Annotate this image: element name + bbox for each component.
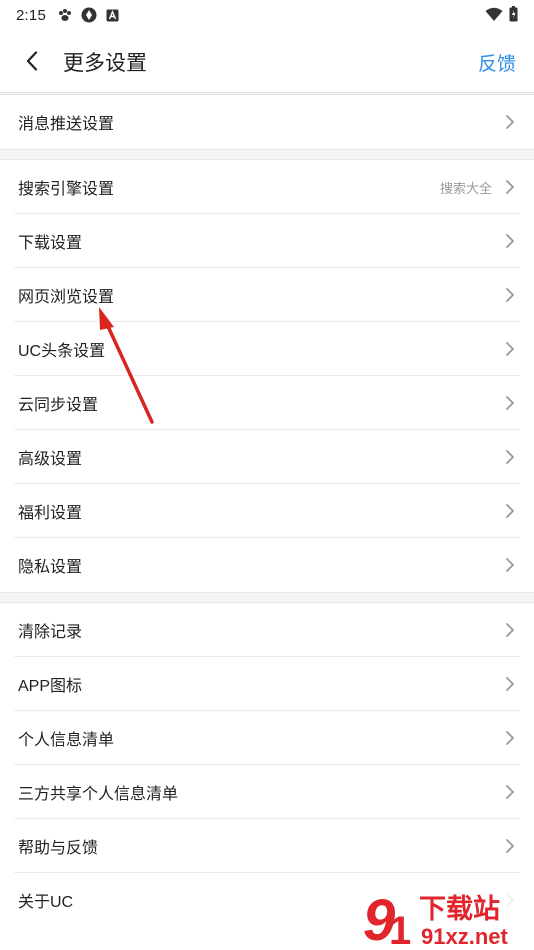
- settings-row[interactable]: UC头条设置: [0, 322, 534, 376]
- settings-row[interactable]: 高级设置: [0, 430, 534, 484]
- settings-section-3: 清除记录 APP图标 个人信息清单 三方共享个人信息清单 帮助与反馈 关于UC: [0, 603, 534, 927]
- settings-row[interactable]: 隐私设置: [0, 538, 534, 592]
- page-title: 更多设置: [63, 52, 147, 75]
- system-icons: [485, 6, 518, 22]
- chevron-right-icon: [506, 677, 515, 691]
- chevron-left-icon: [26, 51, 38, 71]
- chevron-right-icon: [506, 731, 515, 745]
- status-bar: 2:15: [0, 0, 534, 30]
- settings-row[interactable]: 个人信息清单: [0, 711, 534, 765]
- app-a-icon: [106, 9, 119, 21]
- shutter-icon: [81, 7, 97, 23]
- settings-row[interactable]: 消息推送设置: [0, 95, 534, 149]
- settings-row[interactable]: 帮助与反馈: [0, 819, 534, 873]
- settings-row[interactable]: APP图标: [0, 657, 534, 711]
- settings-row-label: 隐私设置: [18, 559, 83, 576]
- chevron-right-icon: [506, 623, 515, 637]
- settings-row-label: 关于UC: [18, 894, 74, 911]
- chevron-right-icon: [506, 234, 515, 248]
- settings-row-label: 个人信息清单: [18, 732, 115, 749]
- watermark-site-text: 91xz.net: [421, 924, 508, 949]
- chevron-right-icon: [506, 115, 515, 129]
- settings-row-label: 搜索引擎设置: [18, 181, 115, 198]
- settings-row[interactable]: 清除记录: [0, 603, 534, 657]
- settings-row-label: 福利设置: [18, 505, 83, 522]
- chevron-right-icon: [506, 785, 515, 799]
- settings-section-1: 消息推送设置: [0, 95, 534, 149]
- notification-icons: [58, 7, 119, 23]
- paw-icon: [59, 9, 71, 21]
- settings-row-value: 搜索大全: [439, 180, 492, 196]
- settings-row[interactable]: 三方共享个人信息清单: [0, 765, 534, 819]
- settings-row[interactable]: 网页浏览设置: [0, 268, 534, 322]
- settings-row-label: 三方共享个人信息清单: [18, 786, 179, 803]
- chevron-right-icon: [506, 504, 515, 518]
- section-divider: [0, 592, 534, 603]
- battery-icon: [509, 6, 518, 22]
- settings-row-label: 下载设置: [18, 235, 83, 252]
- settings-section-2: 搜索引擎设置 搜索大全 下载设置 网页浏览设置 UC头条设置 云同步设置 高级设…: [0, 160, 534, 592]
- status-time: 2:15: [16, 6, 46, 24]
- settings-row-label: 高级设置: [18, 451, 83, 468]
- settings-row-label: 清除记录: [18, 624, 83, 641]
- app-header: 更多设置 反馈: [0, 30, 534, 92]
- settings-row-label: UC头条设置: [18, 343, 106, 360]
- chevron-right-icon: [506, 450, 515, 464]
- chevron-right-icon: [506, 839, 515, 853]
- settings-row-label: 消息推送设置: [18, 116, 115, 133]
- watermark-logo: 9 1 下载站 91xz.net: [359, 888, 534, 950]
- settings-row[interactable]: 云同步设置: [0, 376, 534, 430]
- feedback-button[interactable]: 反馈: [478, 49, 516, 76]
- back-button[interactable]: [12, 41, 52, 81]
- chevron-right-icon: [506, 342, 515, 356]
- settings-row-label: APP图标: [18, 678, 83, 695]
- chevron-right-icon: [506, 288, 515, 302]
- settings-row[interactable]: 下载设置: [0, 214, 534, 268]
- watermark-logo-text: 下载站: [419, 894, 500, 925]
- wifi-icon: [485, 7, 503, 21]
- settings-row[interactable]: 搜索引擎设置 搜索大全: [0, 160, 534, 214]
- chevron-right-icon: [506, 396, 515, 410]
- svg-text:1: 1: [389, 909, 411, 950]
- settings-row[interactable]: 福利设置: [0, 484, 534, 538]
- chevron-right-icon: [506, 180, 515, 194]
- chevron-right-icon: [506, 558, 515, 572]
- settings-row-label: 云同步设置: [18, 397, 99, 414]
- section-divider: [0, 149, 534, 160]
- settings-row-label: 帮助与反馈: [18, 840, 99, 857]
- settings-row-label: 网页浏览设置: [18, 289, 115, 306]
